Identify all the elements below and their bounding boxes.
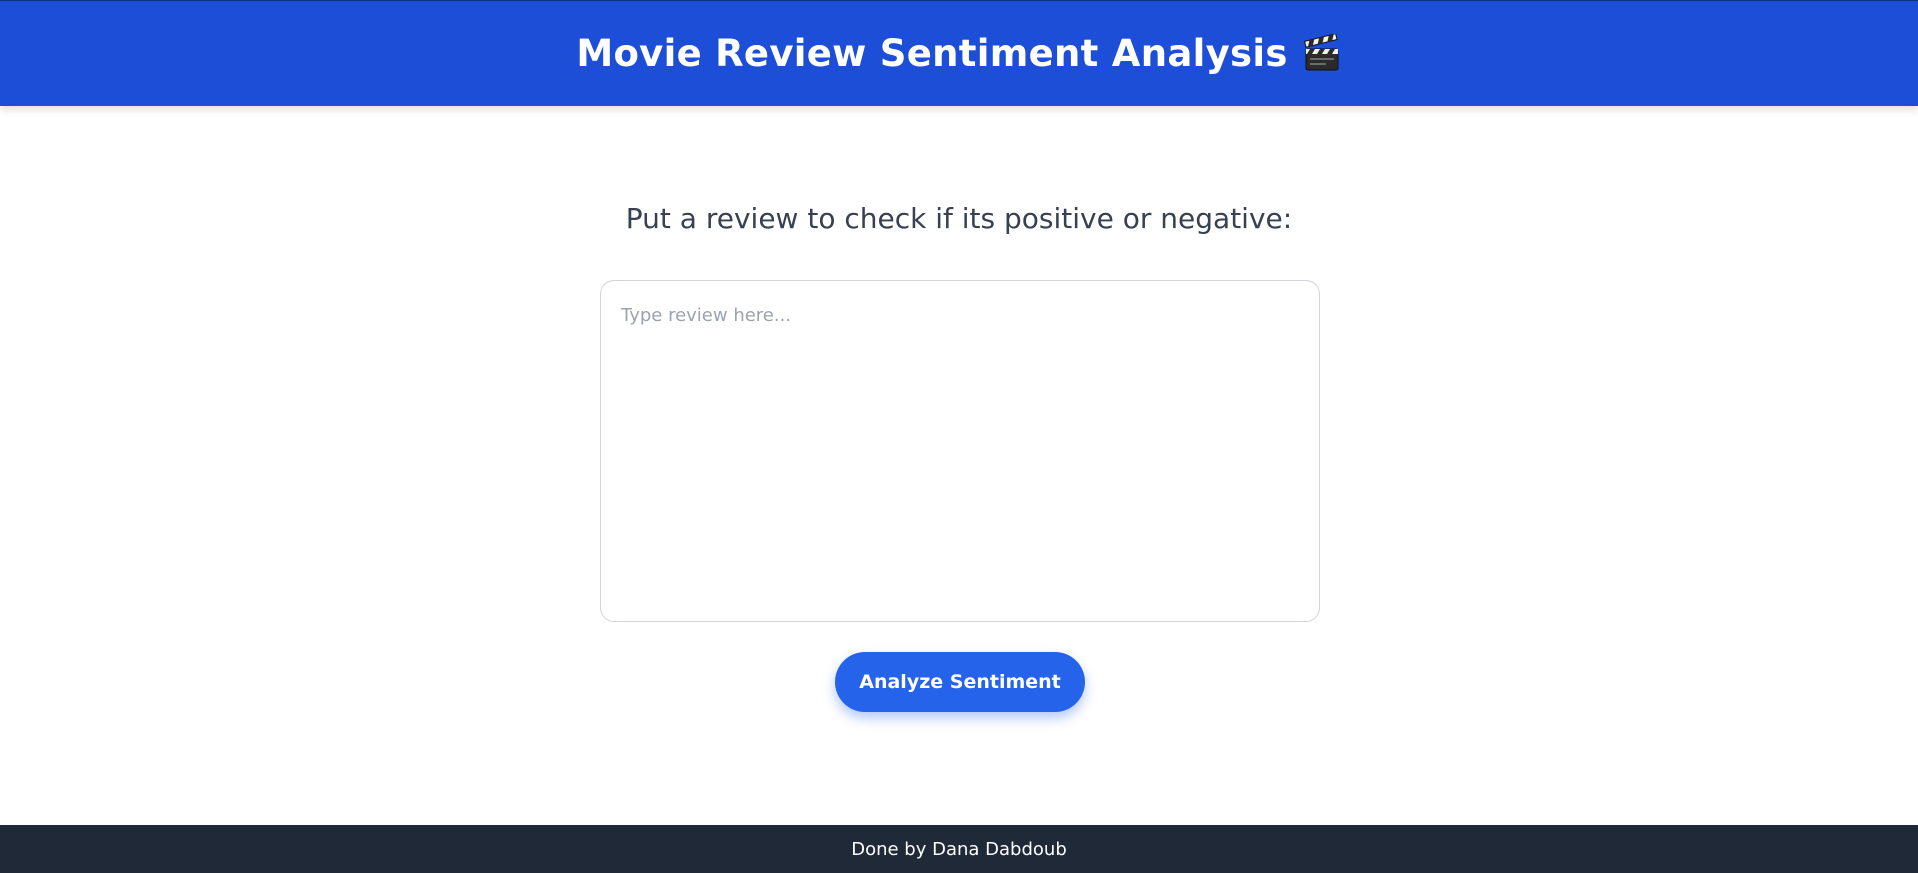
footer-credit: Done by Dana Dabdoub bbox=[851, 838, 1067, 860]
page-title: Movie Review Sentiment Analysis bbox=[576, 32, 1341, 75]
review-prompt: Put a review to check if its positive or… bbox=[625, 202, 1293, 235]
page-title-text: Movie Review Sentiment Analysis bbox=[576, 32, 1288, 75]
review-input[interactable] bbox=[600, 280, 1320, 622]
main-content: Put a review to check if its positive or… bbox=[0, 106, 1918, 825]
analyze-sentiment-button[interactable]: Analyze Sentiment bbox=[835, 652, 1085, 712]
app-header: Movie Review Sentiment Analysis bbox=[0, 0, 1918, 106]
clapperboard-icon bbox=[1302, 32, 1342, 74]
app-footer: Done by Dana Dabdoub bbox=[0, 825, 1918, 873]
